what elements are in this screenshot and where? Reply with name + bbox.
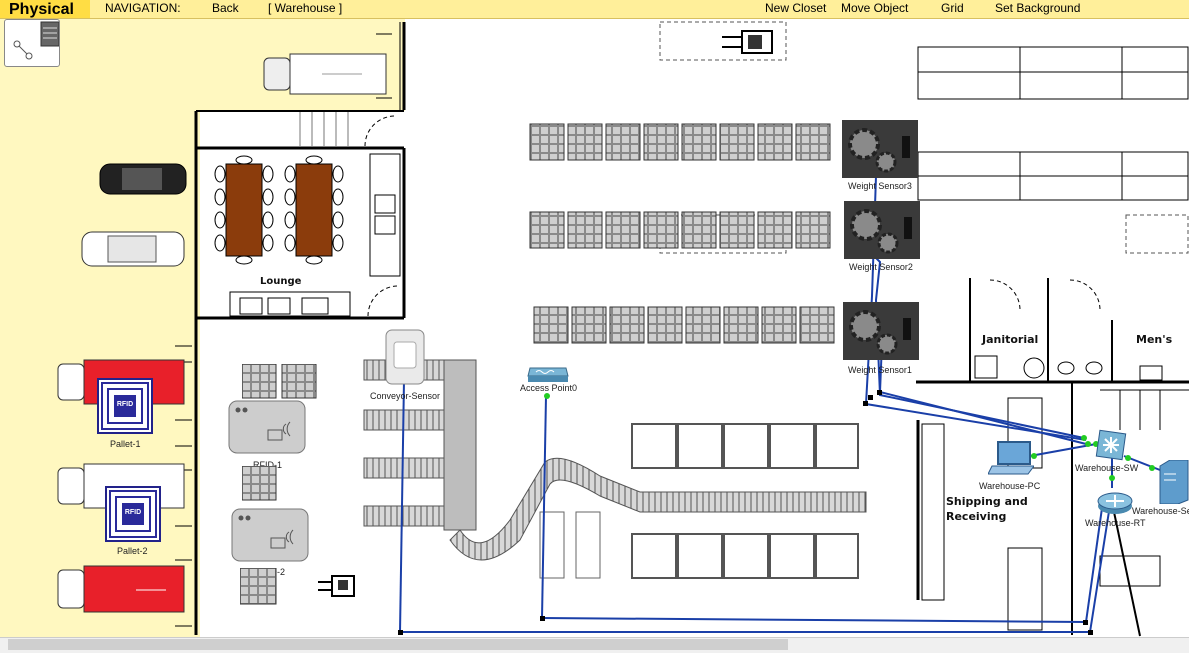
rack-unit: [647, 306, 683, 344]
warehouse-server[interactable]: [1156, 460, 1189, 504]
rack-unit: [681, 123, 717, 161]
warehouse-pc[interactable]: [988, 440, 1034, 480]
weight-sensor-1[interactable]: [843, 302, 919, 360]
janitorial-label: Janitorial: [982, 333, 1039, 346]
rack-unit: [605, 211, 641, 249]
warehouse-router[interactable]: [1096, 490, 1134, 516]
warehouse-rt-label: Warehouse-RT: [1085, 518, 1146, 528]
weight-sensor-3[interactable]: [842, 120, 918, 178]
warehouse-sw-label: Warehouse-SW: [1075, 463, 1139, 473]
rack-unit: [719, 123, 755, 161]
access-point[interactable]: [526, 362, 570, 384]
scrollbar-thumb[interactable]: [8, 639, 788, 650]
rack-unit: [681, 211, 717, 249]
warehouse-server-label: Warehouse-Se: [1132, 506, 1189, 516]
rack-unit: [567, 123, 603, 161]
weight-sensor-3-label: Weight Sensor3: [848, 181, 912, 191]
conveyor-sensor[interactable]: [384, 328, 426, 388]
conveyor-sensor-label: Conveyor-Sensor: [370, 391, 441, 401]
rack-unit: [757, 211, 793, 249]
warehouse-racks: [529, 123, 835, 344]
weight-sensor-1-label: Weight Sensor1: [848, 365, 912, 375]
rack-unit: [529, 123, 565, 161]
shipping-receiving-label: Shipping and Receiving: [946, 495, 1028, 523]
rack-unit: [723, 306, 759, 344]
rack-unit: [643, 123, 679, 161]
rack-unit: [571, 306, 607, 344]
mens-label: Men's: [1136, 333, 1173, 346]
rack-unit: [609, 306, 645, 344]
rack-unit: [685, 306, 721, 344]
rack-unit: [643, 211, 679, 249]
access-point-label: Access Point0: [520, 383, 578, 393]
rack-unit: [567, 211, 603, 249]
warehouse-pc-label: Warehouse-PC: [979, 481, 1041, 491]
warehouse-switch[interactable]: [1094, 428, 1130, 462]
rack-unit: [795, 211, 831, 249]
rack-unit: [761, 306, 797, 344]
rack-unit: [529, 211, 565, 249]
weight-sensor-2[interactable]: [844, 201, 920, 259]
rack-unit: [719, 211, 755, 249]
rack-unit: [533, 306, 569, 344]
rack-unit: [795, 123, 831, 161]
rack-unit: [605, 123, 641, 161]
rack-unit: [757, 123, 793, 161]
rack-unit: [799, 306, 835, 344]
weight-sensor-2-label: Weight Sensor2: [849, 262, 913, 272]
